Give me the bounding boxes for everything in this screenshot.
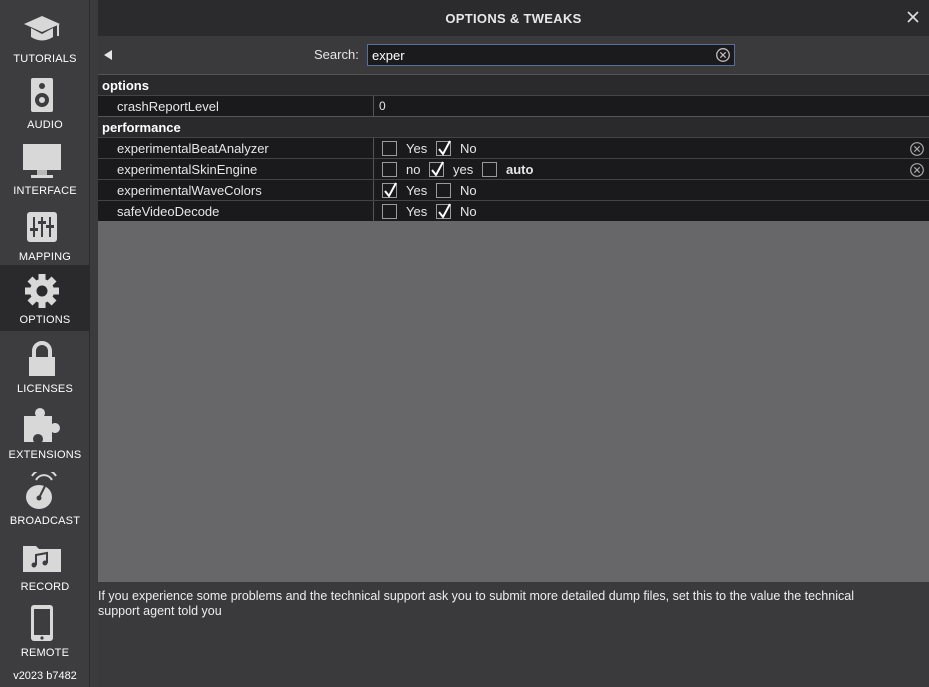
setting-row-experimentalwavecolors: experimentalWaveColors Yes No bbox=[98, 179, 929, 201]
checkmark-icon bbox=[384, 182, 397, 198]
sidebar-item-label: EXTENSIONS bbox=[8, 449, 82, 461]
setting-name: experimentalSkinEngine bbox=[117, 162, 258, 177]
setting-row-experimentalskinengine: experimentalSkinEngine no yes auto bbox=[98, 158, 929, 180]
setting-row-experimentalbeatanalyzer: experimentalBeatAnalyzer Yes No bbox=[98, 137, 929, 159]
clear-search-icon[interactable] bbox=[715, 47, 731, 63]
setting-name: crashReportLevel bbox=[117, 99, 219, 114]
back-arrow-icon[interactable] bbox=[102, 49, 114, 61]
sidebar-item-label: RECORD bbox=[20, 581, 70, 593]
phone-icon bbox=[31, 605, 53, 641]
column-divider bbox=[373, 159, 374, 180]
sidebar-item-label: REMOTE bbox=[20, 647, 70, 659]
music-folder-icon bbox=[23, 546, 61, 572]
reset-icon[interactable] bbox=[909, 141, 925, 157]
sidebar-item-label: AUDIO bbox=[27, 119, 63, 131]
checkbox[interactable] bbox=[382, 204, 397, 219]
group-label: performance bbox=[102, 120, 181, 135]
close-icon[interactable] bbox=[905, 9, 921, 25]
sidebar-item-mapping[interactable]: MAPPING bbox=[0, 202, 90, 268]
setting-row-safevideodecode: safeVideoDecode Yes No bbox=[98, 200, 929, 222]
option-label: Yes bbox=[406, 141, 428, 156]
option-label: Yes bbox=[406, 204, 428, 219]
checkbox[interactable] bbox=[429, 161, 444, 177]
column-divider bbox=[373, 96, 374, 117]
gear-icon bbox=[25, 274, 59, 308]
column-divider bbox=[373, 138, 374, 159]
sidebar-item-label: LICENSES bbox=[16, 383, 73, 395]
option-label: No bbox=[460, 183, 477, 198]
sidebar-item-label: INTERFACE bbox=[13, 185, 77, 197]
sidebar-item-label: TUTORIALS bbox=[13, 53, 77, 65]
checkmark-icon bbox=[438, 140, 451, 156]
checkbox[interactable] bbox=[382, 141, 397, 156]
setting-name: experimentalWaveColors bbox=[117, 183, 262, 198]
setting-value[interactable]: 0 bbox=[379, 99, 386, 113]
title-bar: OPTIONS & TWEAKS bbox=[98, 0, 929, 36]
checkbox[interactable] bbox=[436, 183, 451, 198]
column-divider bbox=[373, 201, 374, 222]
page-title: OPTIONS & TWEAKS bbox=[445, 11, 582, 26]
sidebar-item-label: OPTIONS bbox=[19, 314, 71, 326]
setting-name: safeVideoDecode bbox=[117, 204, 220, 219]
reset-icon[interactable] bbox=[909, 162, 925, 178]
sidebar-item-audio[interactable]: AUDIO bbox=[0, 70, 90, 136]
version-label: v2023 b7482 bbox=[13, 670, 77, 682]
setting-name: experimentalBeatAnalyzer bbox=[117, 141, 269, 156]
setting-row-crashreportlevel[interactable]: crashReportLevel 0 bbox=[98, 95, 929, 117]
sidebar-item-label: BROADCAST bbox=[9, 515, 81, 527]
checkmark-icon bbox=[431, 161, 444, 177]
sidebar: TUTORIALS AUDIO INTERFACE MAPPING OPTION… bbox=[0, 0, 90, 687]
sidebar-item-label: MAPPING bbox=[18, 251, 72, 263]
speaker-icon bbox=[31, 78, 53, 112]
search-box bbox=[367, 44, 735, 66]
checkbox[interactable] bbox=[382, 182, 397, 198]
sidebar-item-options[interactable]: OPTIONS bbox=[0, 265, 90, 331]
checkbox[interactable] bbox=[382, 162, 397, 177]
sidebar-item-licenses[interactable]: LICENSES bbox=[0, 334, 90, 400]
group-label: options bbox=[102, 78, 149, 93]
search-label: Search: bbox=[314, 47, 359, 62]
option-label: No bbox=[460, 204, 477, 219]
sidebar-item-extensions[interactable]: EXTENSIONS bbox=[0, 400, 90, 466]
checkmark-icon bbox=[438, 203, 451, 219]
sidebar-item-tutorials[interactable]: TUTORIALS bbox=[0, 4, 90, 70]
sidebar-item-record[interactable]: RECORD bbox=[0, 532, 90, 598]
satellite-dish-icon bbox=[26, 472, 57, 509]
column-divider bbox=[373, 180, 374, 201]
sidebar-item-broadcast[interactable]: BROADCAST bbox=[0, 466, 90, 532]
group-header-options: options bbox=[98, 74, 929, 95]
checkbox[interactable] bbox=[436, 140, 451, 156]
option-label: No bbox=[460, 141, 477, 156]
checkbox[interactable] bbox=[482, 162, 497, 177]
option-label: Yes bbox=[406, 183, 428, 198]
monitor-icon bbox=[23, 144, 61, 178]
search-input[interactable] bbox=[372, 47, 702, 63]
search-bar: Search: bbox=[98, 36, 929, 74]
sliders-icon bbox=[27, 212, 57, 242]
option-description: If you experience some problems and the … bbox=[98, 582, 929, 687]
graduation-cap-icon bbox=[24, 16, 60, 41]
puzzle-icon bbox=[24, 408, 60, 442]
sidebar-item-remote[interactable]: REMOTE bbox=[0, 598, 90, 664]
lock-icon bbox=[29, 341, 55, 376]
group-header-performance: performance bbox=[98, 116, 929, 137]
option-label: auto bbox=[506, 162, 534, 177]
option-label: yes bbox=[453, 162, 474, 177]
options-table: options crashReportLevel 0 performance e… bbox=[98, 74, 929, 582]
option-label: no bbox=[406, 162, 421, 177]
sidebar-item-interface[interactable]: INTERFACE bbox=[0, 136, 90, 202]
checkbox[interactable] bbox=[436, 203, 451, 219]
